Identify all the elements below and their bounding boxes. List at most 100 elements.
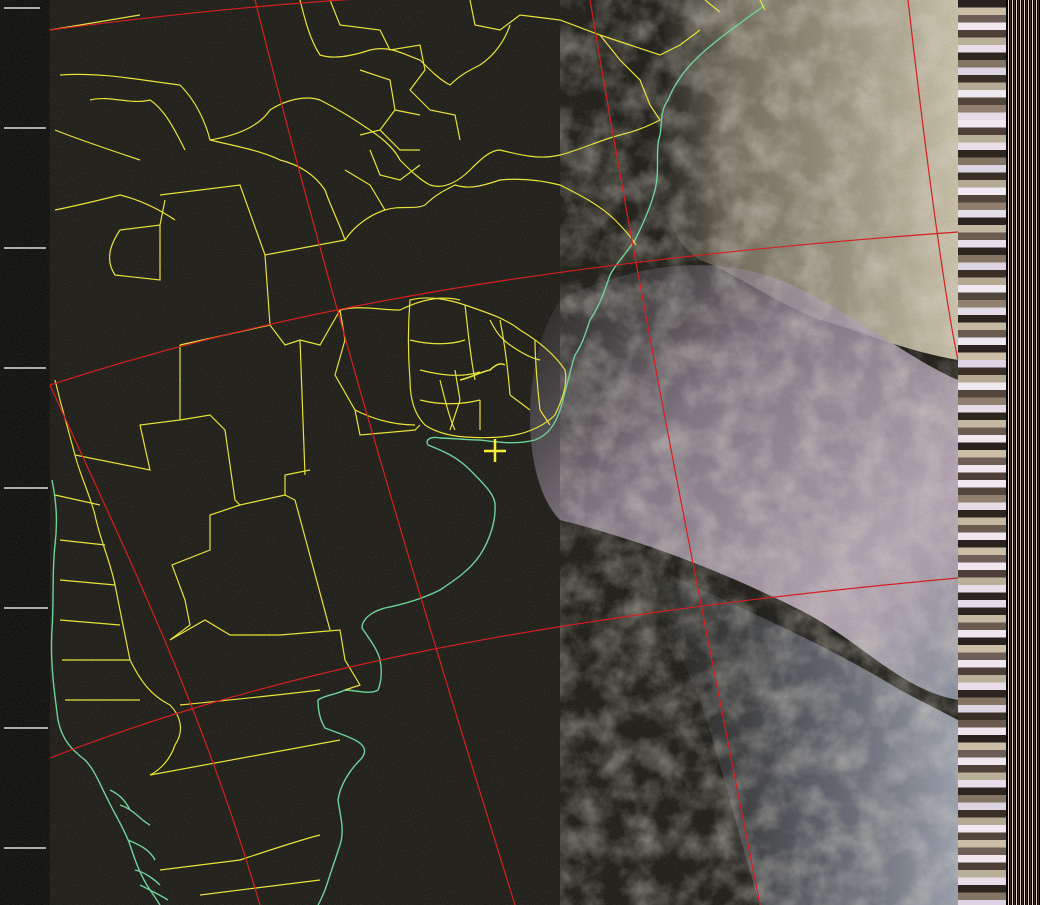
telemetry-block [958, 765, 1006, 773]
telemetry-block [958, 660, 1006, 668]
telemetry-block [958, 525, 1006, 533]
telemetry-block [958, 652, 1006, 660]
telemetry-block [958, 517, 1006, 525]
telemetry-block [958, 727, 1006, 735]
telemetry-block [958, 870, 1006, 878]
telemetry-block [958, 90, 1006, 98]
telemetry-block [958, 82, 1006, 90]
telemetry-block [958, 607, 1006, 615]
telemetry-block [958, 892, 1006, 900]
telemetry-block [958, 30, 1006, 38]
telemetry-block [958, 570, 1006, 578]
telemetry-block [958, 247, 1006, 255]
telemetry-block [958, 375, 1006, 383]
telemetry-block [958, 285, 1006, 293]
telemetry-block [958, 547, 1006, 555]
sync-line [1014, 0, 1015, 905]
telemetry-block [958, 180, 1006, 188]
telemetry-block [958, 690, 1006, 698]
telemetry-block [958, 862, 1006, 870]
telemetry-block [958, 472, 1006, 480]
sync-line [1022, 0, 1023, 905]
telemetry-block [958, 52, 1006, 60]
telemetry-block [958, 7, 1006, 15]
telemetry-block [958, 157, 1006, 165]
telemetry-block [958, 427, 1006, 435]
telemetry-block [958, 585, 1006, 593]
telemetry-block [958, 300, 1006, 308]
telemetry-block [958, 855, 1006, 863]
telemetry-block [958, 330, 1006, 338]
telemetry-block [958, 22, 1006, 30]
telemetry-block [958, 735, 1006, 743]
telemetry-block [958, 615, 1006, 623]
telemetry-block [958, 577, 1006, 585]
telemetry-block [958, 802, 1006, 810]
telemetry-block [958, 262, 1006, 270]
telemetry-block [958, 622, 1006, 630]
telemetry-block [958, 510, 1006, 518]
telemetry-block [958, 480, 1006, 488]
telemetry-block [958, 75, 1006, 83]
telemetry-block [958, 457, 1006, 465]
telemetry-block [958, 562, 1006, 570]
telemetry-block [958, 900, 1006, 905]
telemetry-block [958, 112, 1006, 120]
sync-line [1010, 0, 1011, 905]
sync-line [1024, 0, 1025, 905]
telemetry-block [958, 645, 1006, 653]
telemetry-block [958, 667, 1006, 675]
telemetry-block [958, 787, 1006, 795]
telemetry-block [958, 322, 1006, 330]
telemetry-block [958, 120, 1006, 128]
telemetry-block [958, 742, 1006, 750]
telemetry-block [958, 682, 1006, 690]
telemetry-block [958, 105, 1006, 113]
telemetry-block [958, 135, 1006, 143]
telemetry-block [958, 825, 1006, 833]
telemetry-block [958, 292, 1006, 300]
telemetry-block [958, 757, 1006, 765]
telemetry-block [958, 637, 1006, 645]
telemetry-block [958, 0, 1006, 8]
telemetry-block [958, 382, 1006, 390]
telemetry-block [958, 142, 1006, 150]
telemetry-block [958, 37, 1006, 45]
telemetry-block [958, 15, 1006, 23]
telemetry-block [958, 270, 1006, 278]
sync-line [1018, 0, 1019, 905]
sync-line [1026, 0, 1027, 905]
telemetry-block [958, 877, 1006, 885]
telemetry-block [958, 367, 1006, 375]
sync-line [1038, 0, 1039, 905]
telemetry-block [958, 780, 1006, 788]
telemetry-block [958, 592, 1006, 600]
telemetry-block [958, 832, 1006, 840]
telemetry-block [958, 255, 1006, 263]
telemetry-block [958, 435, 1006, 443]
telemetry-block [958, 465, 1006, 473]
telemetry-block [958, 885, 1006, 893]
satellite-map-view[interactable] [0, 0, 1040, 905]
telemetry-block [958, 397, 1006, 405]
telemetry-block [958, 817, 1006, 825]
sync-line [1016, 0, 1017, 905]
telemetry-block [958, 600, 1006, 608]
telemetry-block [958, 420, 1006, 428]
telemetry-block [958, 720, 1006, 728]
telemetry-block [958, 225, 1006, 233]
sync-line [1036, 0, 1037, 905]
telemetry-block [958, 705, 1006, 713]
telemetry-block [958, 277, 1006, 285]
sync-lines [1008, 0, 1039, 905]
telemetry-block [958, 345, 1006, 353]
sync-line [1030, 0, 1031, 905]
telemetry-strip [958, 0, 1039, 905]
sync-line [1012, 0, 1013, 905]
telemetry-block [958, 630, 1006, 638]
telemetry-block [958, 187, 1006, 195]
telemetry-block [958, 210, 1006, 218]
telemetry-block [958, 540, 1006, 548]
telemetry-block [958, 232, 1006, 240]
telemetry-block [958, 450, 1006, 458]
